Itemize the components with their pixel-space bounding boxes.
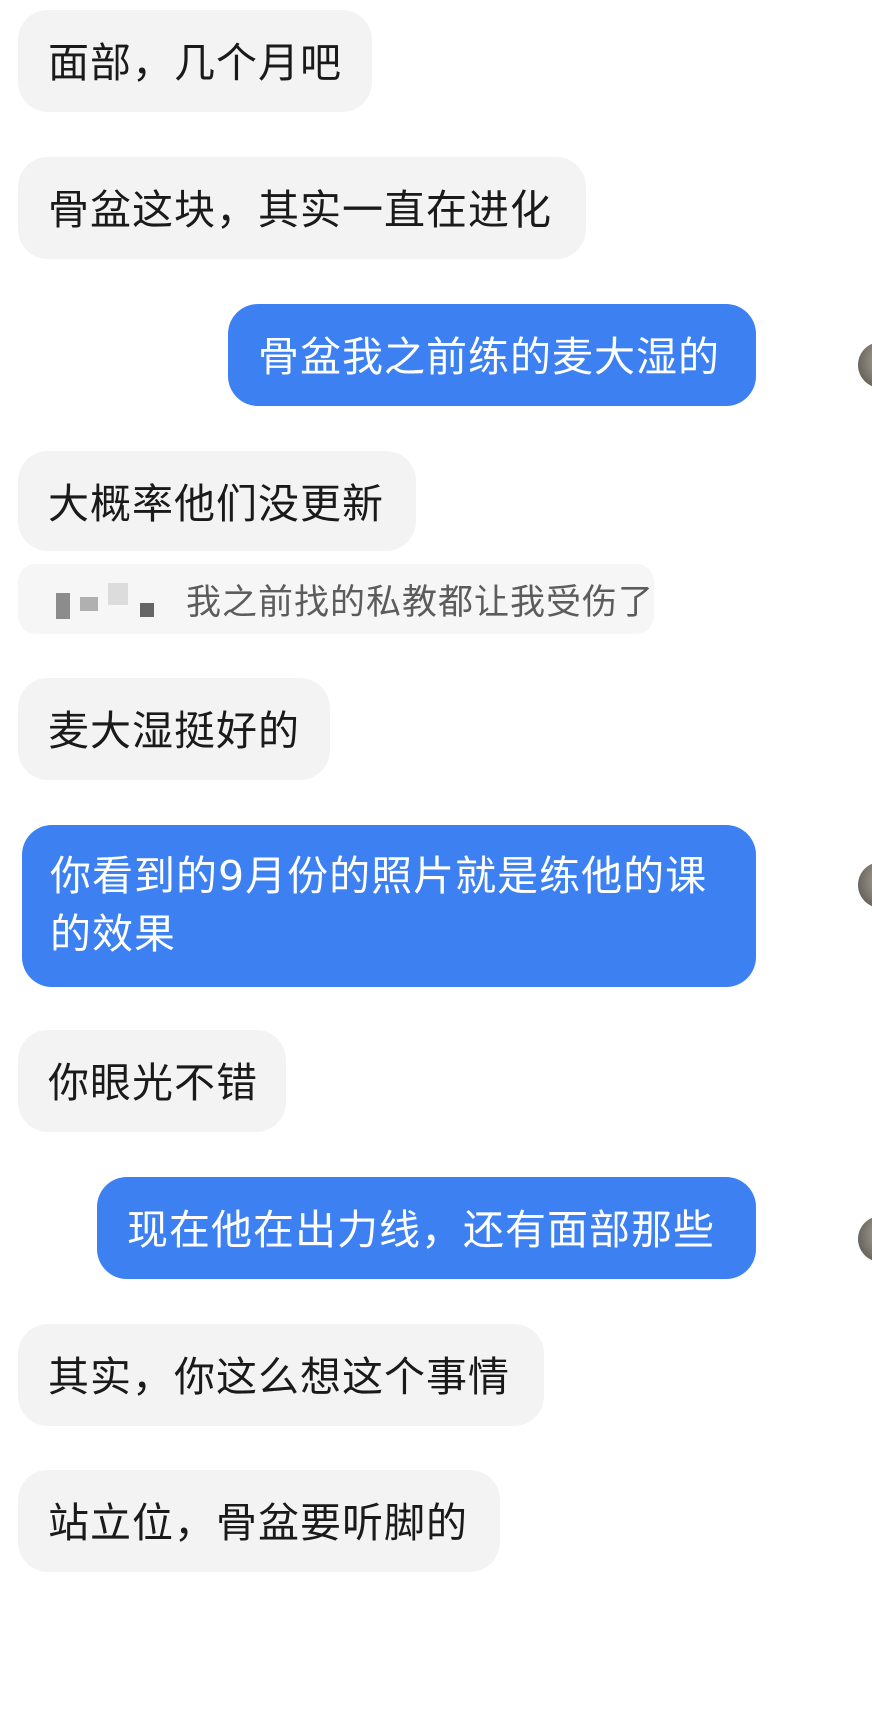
message-text: 骨盆这块，其实一直在进化 bbox=[48, 186, 552, 234]
message-bubble-outgoing[interactable]: 现在他在出力线，还有面部那些 bbox=[97, 1177, 756, 1279]
message-text: 其实，你这么想这个事情 bbox=[48, 1353, 510, 1401]
message-bubble-incoming[interactable]: 你眼光不错 bbox=[18, 1030, 286, 1132]
message-bubble-outgoing[interactable]: 你看到的9月份的照片就是练他的课的效果 bbox=[22, 825, 756, 987]
avatar-icon[interactable] bbox=[858, 862, 872, 908]
message-text: 面部，几个月吧 bbox=[48, 39, 342, 87]
message-text: 大概率他们没更新 bbox=[48, 480, 384, 528]
message-bubble-incoming[interactable]: 麦大湿挺好的 bbox=[18, 678, 330, 780]
message-text: 你看到的9月份的照片就是练他的课的效果 bbox=[50, 852, 708, 958]
message-bubble-incoming[interactable]: 其实，你这么想这个事情 bbox=[18, 1324, 544, 1426]
chat-message-list[interactable]: 面部，几个月吧 骨盆这块，其实一直在进化 骨盆我之前练的麦大湿的 大概率他们没更… bbox=[0, 0, 872, 1735]
avatar-icon[interactable] bbox=[858, 342, 872, 388]
message-bubble-outgoing[interactable]: 骨盆我之前练的麦大湿的 bbox=[228, 304, 756, 406]
message-bubble-incoming[interactable]: 面部，几个月吧 bbox=[18, 10, 372, 112]
message-text: 麦大湿挺好的 bbox=[48, 707, 300, 755]
message-text: 骨盆我之前练的麦大湿的 bbox=[258, 333, 720, 381]
pixelated-name-icon bbox=[56, 569, 176, 629]
quoted-message[interactable]: 我之前找的私教都让我受伤了 bbox=[18, 564, 654, 634]
message-bubble-incoming[interactable]: 骨盆这块，其实一直在进化 bbox=[18, 157, 586, 259]
avatar-icon[interactable] bbox=[858, 1216, 872, 1262]
message-bubble-incoming[interactable]: 站立位，骨盆要听脚的 bbox=[18, 1470, 500, 1572]
quoted-message-text: 我之前找的私教都让我受伤了 bbox=[185, 582, 654, 623]
message-bubble-incoming[interactable]: 大概率他们没更新 bbox=[18, 451, 416, 551]
message-text: 站立位，骨盆要听脚的 bbox=[48, 1499, 468, 1547]
message-text: 你眼光不错 bbox=[48, 1059, 258, 1107]
message-text: 现在他在出力线，还有面部那些 bbox=[127, 1206, 715, 1254]
